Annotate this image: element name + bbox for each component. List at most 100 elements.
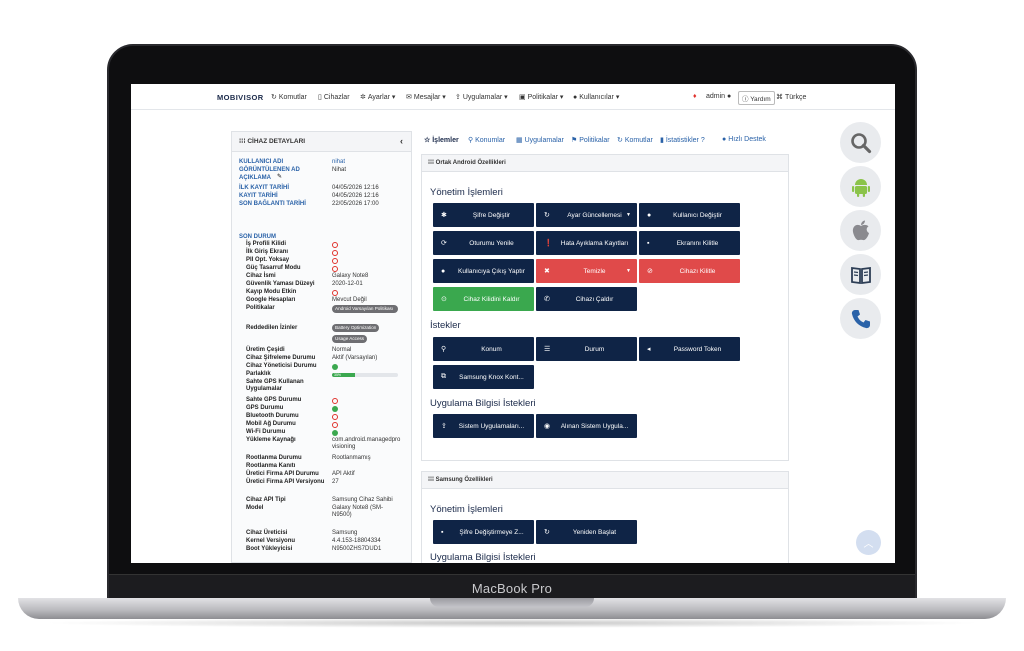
status-value: Rootlanmamış	[332, 455, 371, 461]
language-selector[interactable]: ⌘ Türkçe	[776, 93, 806, 101]
field-key: KULLANICI ADI	[239, 159, 284, 165]
settings-update-button[interactable]: ↻ Ayar Güncellemesi ▼	[536, 203, 637, 227]
edit-pencil-icon[interactable]: ✎	[277, 174, 282, 181]
status-key: Yükleme Kaynağı	[246, 437, 296, 443]
tab-komutlar[interactable]: ↻ Komutlar	[617, 136, 653, 144]
tab-istatistikler[interactable]: ▮ İstatistikler ?	[660, 136, 705, 144]
section-management: Yönetim İşlemleri	[430, 187, 503, 198]
apple-button[interactable]	[840, 210, 881, 251]
field-value[interactable]: nihat	[332, 159, 345, 166]
status-value: 2020-12-01	[332, 281, 363, 287]
grid-icon: ⁞⁞⁞	[428, 477, 434, 483]
nav-ayarlar[interactable]: ✲ Ayarlar ▾	[360, 93, 395, 101]
nav-komutlar[interactable]: ↻ Komutlar	[271, 93, 307, 101]
lock-device-button[interactable]: ⊘ Cihazı Kilitle	[639, 259, 740, 283]
manual-button[interactable]	[840, 254, 881, 295]
policy-badge[interactable]: Android Varsayılan Politikası	[332, 305, 398, 313]
lock-icon: ▪	[647, 239, 650, 247]
logout-user-button[interactable]: ● Kullanıcıya Çıkış Yaptır	[433, 259, 534, 283]
refresh-session-button[interactable]: ⟳ Oturumu Yenile	[433, 231, 534, 255]
samsung-features-card: ⁞⁞⁞ Samsung Özellikleri Yönetim İşlemler…	[421, 471, 789, 563]
status-key: Kernel Versiyonu	[246, 538, 296, 544]
status-key: GPS Durumu	[246, 405, 284, 411]
received-system-apps-button[interactable]: ◉ Alınan Sistem Uygula...	[536, 414, 637, 438]
brightness-bar: 35%	[332, 373, 398, 377]
nav-mesajlar[interactable]: ✉ Mesajlar ▾	[406, 93, 446, 101]
nav-politikalar[interactable]: ▣ Politikalar ▾	[519, 93, 563, 101]
lock-screen-button[interactable]: ▪ Ekranını Kilitle	[639, 231, 740, 255]
status-key: Rootlanma Kanıtı	[246, 463, 296, 469]
nav-uygulamalar[interactable]: ⇪ Uygulamalar ▾	[455, 93, 508, 101]
translate-icon: ⌘	[776, 94, 783, 101]
status-key: Cihaz Yöneticisi Durumu	[246, 363, 317, 369]
location-request-button[interactable]: ⚲ Konum	[433, 337, 534, 361]
star-icon: ☆	[424, 137, 431, 144]
status-key: PII Opt. Yoksay	[246, 257, 290, 263]
field-value: 04/05/2026 12:16	[332, 193, 379, 199]
status-value: com.android.managedprovisioning	[332, 437, 401, 451]
status-request-button[interactable]: ☰ Durum	[536, 337, 637, 361]
envelope-icon: ✉	[406, 94, 412, 101]
bell-icon[interactable]: ♦	[693, 93, 697, 100]
search-button[interactable]	[840, 122, 881, 163]
status-value: Samsung	[332, 530, 358, 536]
device-details-panel: ⁞⁞⁞ CİHAZ DETAYLARI ‹ KULLANICI ADI niha…	[231, 131, 412, 563]
tab-uygulamalar[interactable]: ▦ Uygulamalar	[516, 136, 564, 144]
user-icon: ●	[722, 136, 727, 143]
pin-icon: ⚲	[468, 137, 474, 144]
brightness-fill: 35%	[332, 373, 356, 377]
field-key: AÇIKLAMA	[239, 175, 271, 181]
chevron-up-icon: ︿	[863, 539, 874, 550]
android-button[interactable]	[840, 166, 881, 207]
info-icon: ⓘ	[742, 96, 749, 103]
section-requests: İstekler	[430, 320, 461, 331]
nav-user[interactable]: admin ●	[706, 93, 731, 100]
status-value: Galaxy Note8 (SM-N9500)	[332, 505, 384, 519]
knox-request-button[interactable]: ⧉ Samsung Knox Kont...	[433, 365, 534, 389]
unlock-device-button[interactable]: ⊙ Cihaz Kilidini Kaldır	[433, 287, 534, 311]
device-icon: ▯	[318, 94, 322, 101]
eye-icon: ◉	[544, 423, 551, 430]
status-value: 27	[332, 479, 339, 485]
flag-icon: ⚑	[571, 137, 578, 144]
apps-icon: ▦	[516, 137, 523, 144]
nav-cihazlar[interactable]: ▯ Cihazlar	[318, 93, 350, 101]
command-icon: ↻	[271, 94, 277, 101]
change-password-button[interactable]: ✱ Şifre Değiştir	[433, 203, 534, 227]
status-key: Sahte GPS Durumu	[246, 397, 302, 403]
phone-icon	[851, 309, 870, 328]
change-user-button[interactable]: ● Kullanıcı Değiştir	[639, 203, 740, 227]
tab-konumlar[interactable]: ⚲ Konumlar	[468, 136, 505, 144]
card-header: ⁞⁞⁞ Ortak Android Özellikleri	[422, 155, 788, 172]
refresh-icon: ↻	[544, 212, 550, 219]
call-button[interactable]	[840, 298, 881, 339]
scroll-top-button[interactable]: ︿	[856, 530, 881, 555]
tab-islemler[interactable]: ☆ İşlemler	[424, 136, 459, 144]
brand-logo[interactable]: MOBIVISOR	[217, 93, 264, 102]
status-value: Samsung Cihaz Sahibi	[332, 497, 393, 503]
apple-icon	[852, 220, 869, 241]
laptop-notch	[430, 598, 594, 607]
refresh-icon: ↻	[544, 529, 550, 536]
status-key: Wi-Fi Durumu	[246, 429, 286, 435]
wipe-button[interactable]: ✖ Temizle ▼	[536, 259, 637, 283]
chevron-left-icon[interactable]: ‹	[400, 136, 403, 146]
status-on-icon	[332, 406, 338, 412]
status-on-icon	[332, 430, 338, 436]
user-icon: ●	[647, 211, 652, 219]
asterisk-icon: ✱	[441, 212, 447, 219]
ring-device-button[interactable]: ✆ Cihazı Çaldır	[536, 287, 637, 311]
permission-badge: Usage Access	[332, 335, 368, 343]
status-value: N9500ZHS7DUD1	[332, 546, 382, 552]
status-value: Aktif (Varsayılan)	[332, 355, 378, 361]
nav-kullanicilar[interactable]: ● Kullanıcılar ▾	[573, 93, 619, 101]
tab-politikalar[interactable]: ⚑ Politikalar	[571, 136, 610, 144]
help-button[interactable]: ⓘ Yardım	[738, 91, 775, 105]
bar-chart-icon: ▮	[660, 137, 664, 144]
system-apps-button[interactable]: ⇪ Sistem Uygulamaları...	[433, 414, 534, 438]
tab-hizli-destek[interactable]: ● Hızlı Destek	[722, 136, 766, 143]
debug-logs-button[interactable]: ❗ Hata Ayıklama Kayıtları	[536, 231, 637, 255]
password-token-button[interactable]: ◂ Password Token	[639, 337, 740, 361]
prevent-password-change-button[interactable]: ▪ Şifre Değiştirmeye Z...	[433, 520, 534, 544]
restart-button[interactable]: ↻ Yeniden Başlat	[536, 520, 637, 544]
